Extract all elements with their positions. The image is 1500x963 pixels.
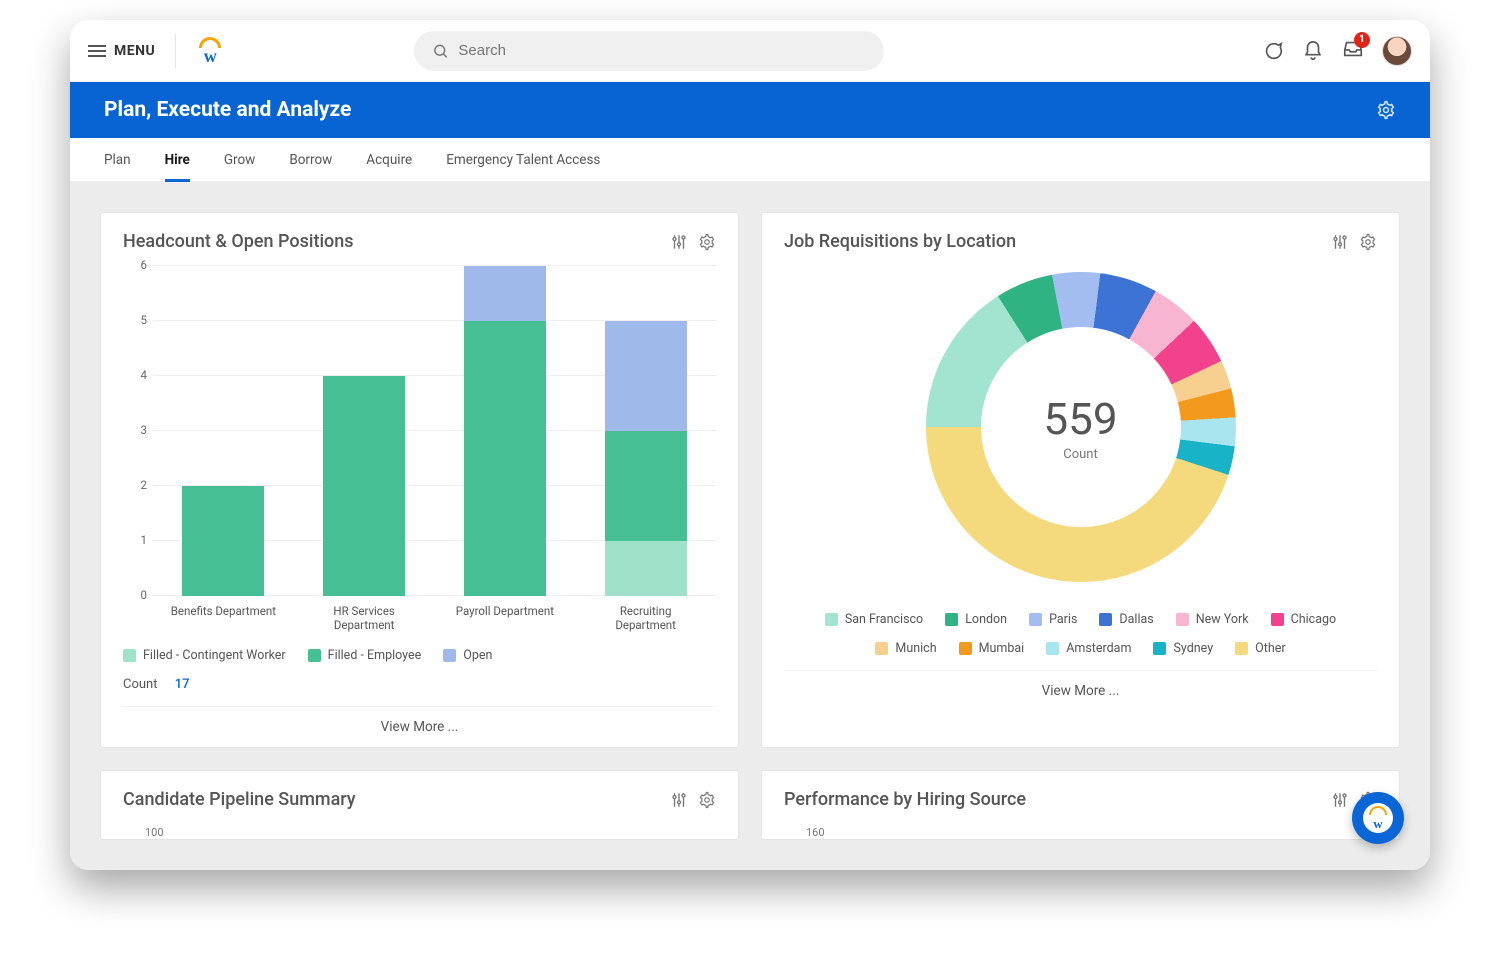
notifications-icon[interactable] [1302, 40, 1324, 62]
search-icon [432, 42, 449, 60]
x-axis-label: Benefits Department [167, 604, 280, 632]
card-title: Job Requisitions by Location [784, 231, 1016, 252]
legend-item[interactable]: Dallas [1099, 612, 1153, 627]
conversations-icon[interactable] [1262, 40, 1284, 62]
bar-segment[interactable] [605, 321, 687, 431]
tab-hire[interactable]: Hire [165, 138, 190, 181]
menu-button[interactable]: MENU [88, 42, 155, 60]
x-axis-label: Payroll Department [449, 604, 562, 632]
legend-item[interactable]: London [945, 612, 1007, 627]
legend-item[interactable]: Mumbai [959, 641, 1025, 656]
assistant-fab[interactable]: w [1352, 792, 1404, 844]
chart-settings-icon[interactable] [670, 233, 688, 251]
legend-item[interactable]: Amsterdam [1046, 641, 1131, 656]
donut-legend: San Francisco London Paris Dallas New York Ch… [784, 612, 1377, 656]
view-more-link[interactable]: View More ... [123, 706, 716, 747]
bar-segment[interactable] [605, 431, 687, 541]
search-input[interactable] [458, 42, 865, 59]
gear-icon[interactable] [698, 791, 716, 809]
requisitions-card: Job Requisitions by Location 559 Count S… [761, 212, 1400, 748]
page-settings-icon[interactable] [1376, 100, 1396, 120]
bar-chart-legend: Filled - Contingent Worker Filled - Emplo… [123, 648, 716, 663]
legend-item[interactable]: Filled - Employee [308, 648, 422, 663]
legend-item[interactable]: Munich [875, 641, 936, 656]
y-tick-label: 1 [129, 533, 147, 547]
inbox-badge: 1 [1354, 32, 1370, 48]
y-tick-label: 0 [129, 588, 147, 602]
view-more-link[interactable]: View More ... [784, 670, 1377, 711]
gear-icon[interactable] [698, 233, 716, 251]
y-tick-label: 160 [784, 824, 1377, 839]
bar-segment[interactable] [182, 486, 264, 596]
tab-bar: Plan Hire Grow Borrow Acquire Emergency Talen… [70, 138, 1430, 182]
bar-segment[interactable] [323, 376, 405, 596]
legend-item[interactable]: Sydney [1153, 641, 1213, 656]
dashboard-grid: Headcount & Open Positions 0 1 2 3 4 5 6 Benef… [70, 182, 1430, 870]
y-tick-label: 4 [129, 368, 147, 382]
tab-emergency-talent-access[interactable]: Emergency Talent Access [446, 138, 600, 181]
count-label: Count [123, 677, 157, 692]
y-tick-label: 5 [129, 313, 147, 327]
global-topbar: MENU w 1 [70, 20, 1430, 82]
x-axis-label: HR Services Department [308, 604, 421, 632]
tab-borrow[interactable]: Borrow [289, 138, 332, 181]
pipeline-card: Candidate Pipeline Summary 100 [100, 770, 739, 840]
headcount-bar-chart: 0123456 Benefits DepartmentHR Services D… [123, 266, 716, 632]
legend-item[interactable]: Chicago [1271, 612, 1337, 627]
x-axis-label: Recruiting Department [589, 604, 702, 632]
tab-grow[interactable]: Grow [224, 138, 255, 181]
performance-card: Performance by Hiring Source 160 [761, 770, 1400, 840]
hamburger-icon [88, 42, 106, 60]
donut-center-value: 559 [1043, 393, 1117, 445]
legend-item[interactable]: Filled - Contingent Worker [123, 648, 286, 663]
y-tick-label: 3 [129, 423, 147, 437]
page-title: Plan, Execute and Analyze [104, 98, 351, 122]
y-tick-label: 100 [123, 824, 716, 839]
chart-settings-icon[interactable] [1331, 791, 1349, 809]
workday-logo[interactable]: w [196, 37, 224, 65]
card-title: Headcount & Open Positions [123, 231, 354, 252]
tab-plan[interactable]: Plan [104, 138, 131, 181]
legend-item[interactable]: New York [1176, 612, 1249, 627]
headcount-card: Headcount & Open Positions 0 1 2 3 4 5 6 Benef… [100, 212, 739, 748]
chart-settings-icon[interactable] [670, 791, 688, 809]
card-title: Candidate Pipeline Summary [123, 789, 356, 810]
count-summary: Count 17 [123, 677, 716, 692]
tab-acquire[interactable]: Acquire [366, 138, 412, 181]
chart-settings-icon[interactable] [1331, 233, 1349, 251]
profile-avatar[interactable] [1382, 36, 1412, 66]
page-header: Plan, Execute and Analyze [70, 82, 1430, 138]
legend-item[interactable]: Other [1235, 641, 1285, 656]
donut-center-label: Count [1063, 447, 1097, 462]
legend-item[interactable]: Paris [1029, 612, 1077, 627]
menu-label: MENU [114, 43, 155, 59]
y-tick-label: 6 [129, 258, 147, 272]
bar-segment[interactable] [605, 541, 687, 596]
inbox-button[interactable]: 1 [1342, 38, 1364, 64]
global-search[interactable] [414, 31, 884, 71]
count-value: 17 [175, 677, 190, 692]
card-title: Performance by Hiring Source [784, 789, 1026, 810]
legend-item[interactable]: Open [443, 648, 492, 663]
divider [175, 34, 176, 68]
y-tick-label: 2 [129, 478, 147, 492]
requisitions-donut-chart: 559 Count [926, 272, 1236, 582]
legend-item[interactable]: San Francisco [825, 612, 923, 627]
gear-icon[interactable] [1359, 233, 1377, 251]
bar-segment[interactable] [464, 321, 546, 596]
bar-segment[interactable] [464, 266, 546, 321]
